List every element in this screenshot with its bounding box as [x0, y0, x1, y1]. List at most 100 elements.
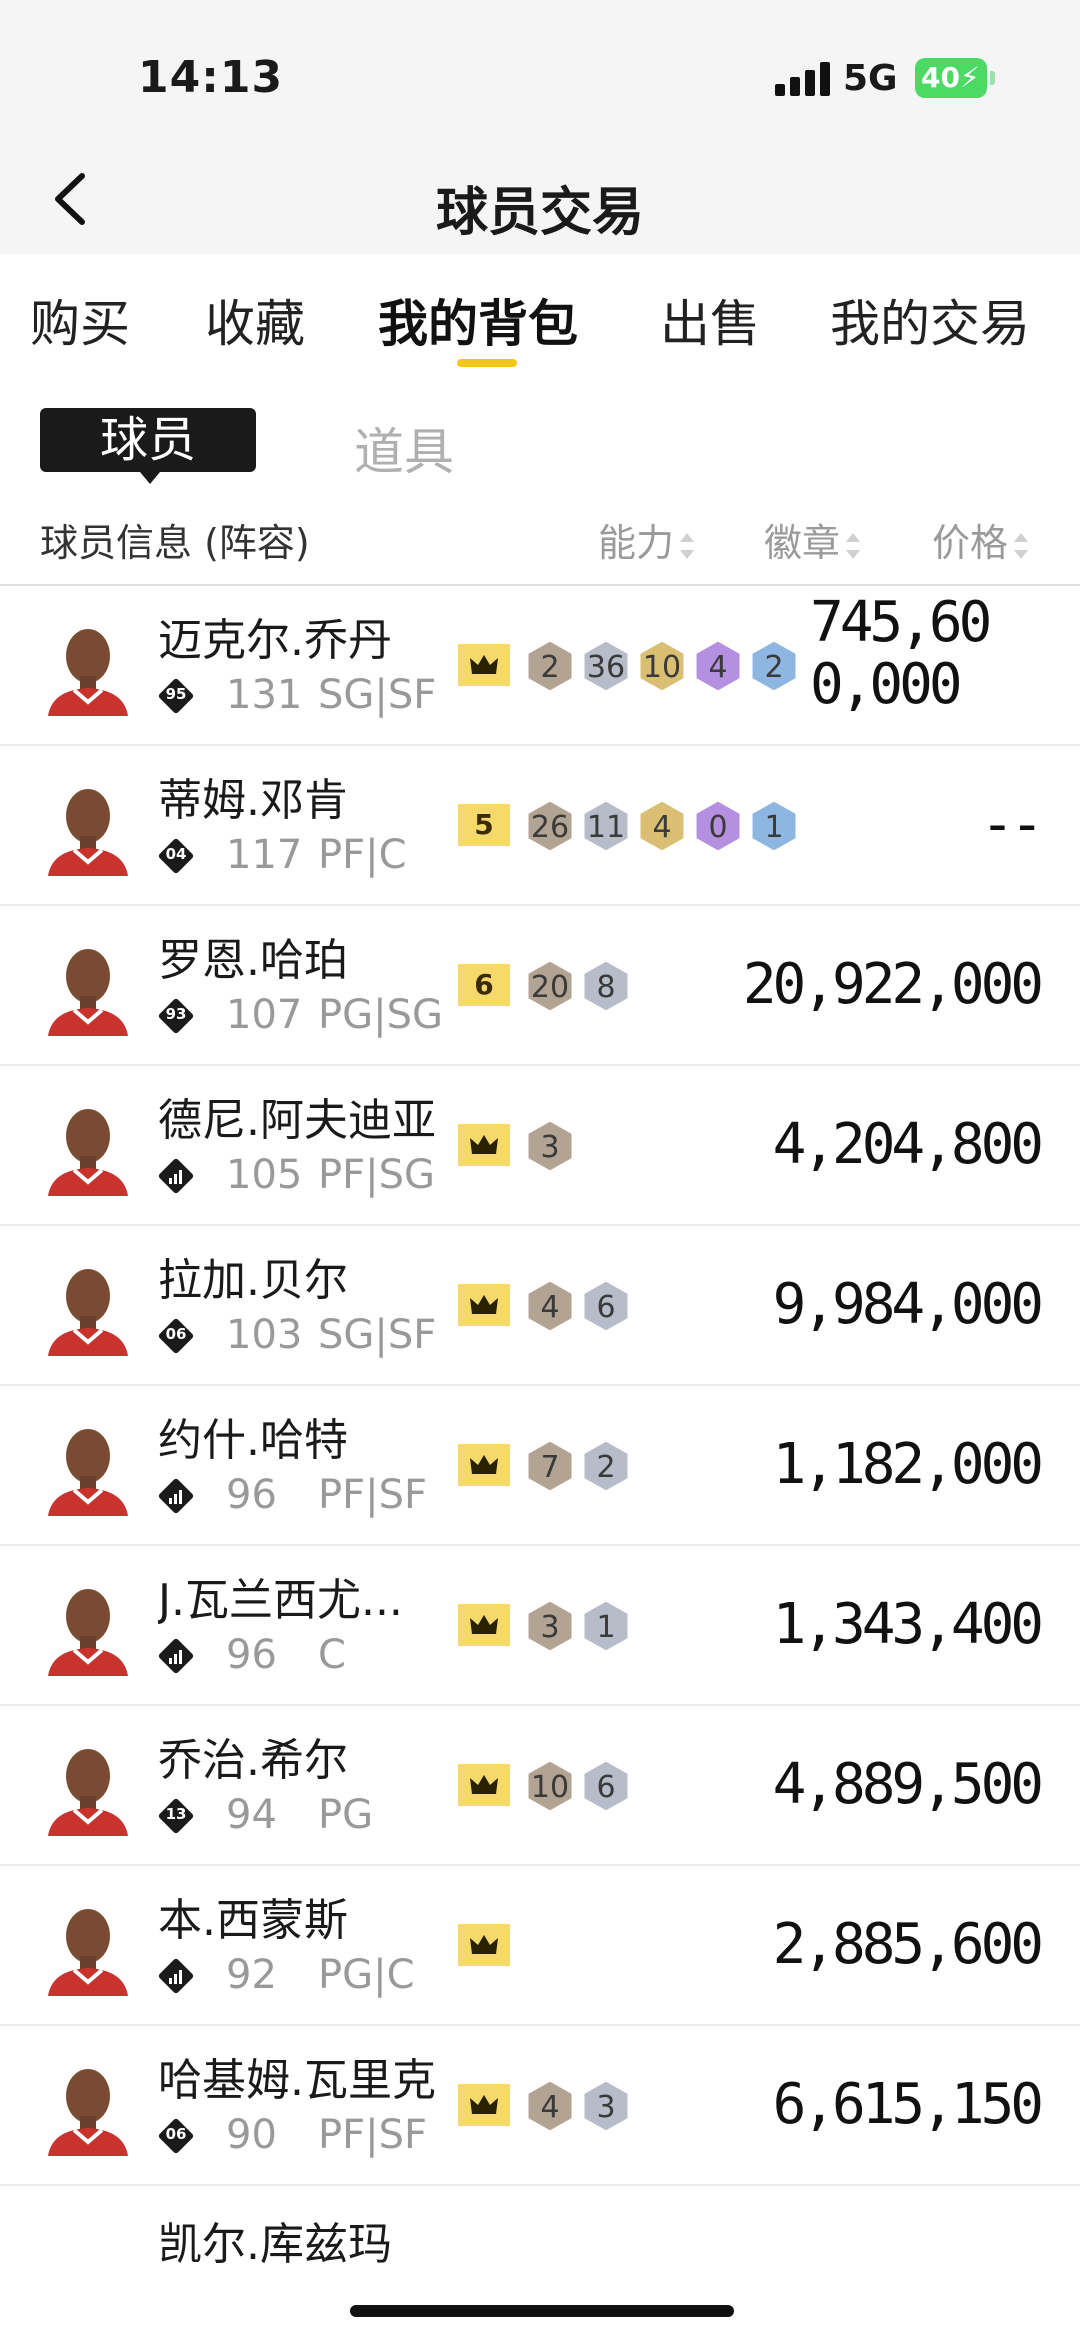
player-row[interactable]: 迈克尔.乔丹 95 131 SG|SF 2 36 10 4 2 745,600,000	[0, 586, 1080, 746]
season-badge-label: 93	[165, 1005, 187, 1023]
badge-count: 11	[586, 810, 626, 845]
sort-badges-button[interactable]: 徽章	[764, 512, 861, 567]
player-avatar	[40, 776, 136, 876]
player-price: 9,984,000	[772, 1272, 1044, 1337]
player-position: PF|SG	[318, 1152, 435, 1198]
badge-count-icon: 4	[524, 1278, 576, 1334]
badge-count-icon: 8	[580, 958, 632, 1014]
badge-count: 1	[596, 1610, 616, 1645]
badge-count: 36	[586, 650, 626, 685]
crown-icon	[458, 1924, 510, 1966]
active-tab-indicator	[457, 359, 517, 367]
player-avatar	[40, 1736, 136, 1836]
badge-count: 2	[540, 650, 560, 685]
badge-count: 6	[596, 1290, 616, 1325]
player-row[interactable]: 德尼.阿夫迪亚 105 PF|SG 3 4,204,800	[0, 1066, 1080, 1226]
badge-count: 2	[596, 1450, 616, 1485]
player-name: 蒂姆.邓肯	[158, 775, 348, 826]
subtab-players[interactable]: 球员	[40, 408, 256, 484]
nav-bar: 球员交易	[0, 150, 1080, 254]
player-row[interactable]: 哈基姆.瓦里克 06 90 PF|SF 4 3 6,615,150	[0, 2026, 1080, 2186]
sort-ability-button[interactable]: 能力	[598, 512, 695, 567]
status-bar: 14:13 5G 40⚡	[0, 0, 1080, 150]
player-row[interactable]: 乔治.希尔 13 94 PG 10 6 4,889,500	[0, 1706, 1080, 1866]
crown-icon	[458, 1124, 510, 1166]
player-price: 6,615,150	[772, 2072, 1044, 2137]
tab-my-trades[interactable]: 我的交易	[830, 284, 1030, 356]
player-overall: 131	[226, 672, 303, 718]
badge-count: 4	[708, 650, 728, 685]
player-row[interactable]: 拉加.贝尔 06 103 SG|SF 4 6 9,984,000	[0, 1226, 1080, 1386]
player-position: C	[318, 1632, 346, 1678]
player-position: PF|SF	[318, 1472, 428, 1518]
badge-count-icon: 2	[748, 638, 800, 694]
badge-count: 10	[530, 1770, 570, 1805]
badge-count: 4	[652, 810, 672, 845]
player-position: SG|SF	[318, 672, 437, 718]
tab-sell[interactable]: 出售	[660, 284, 760, 356]
badge-count-icon: 6	[580, 1758, 632, 1814]
tab-my-bag[interactable]: 我的背包	[378, 284, 578, 356]
player-overall: 105	[226, 1152, 303, 1198]
badge-count: 10	[642, 650, 682, 685]
badge-count-icon: 10	[524, 1758, 576, 1814]
tab-favorites[interactable]: 收藏	[205, 284, 305, 356]
subtab-items[interactable]: 道具	[354, 412, 454, 484]
badge-count-icon: 11	[580, 798, 632, 854]
player-overall: 96	[226, 1472, 277, 1518]
crown-icon	[458, 1604, 510, 1646]
player-row[interactable]: 蒂姆.邓肯 04 117 PF|C 5 26 11 4 0 1 --	[0, 746, 1080, 906]
header-player-info: 球员信息 (阵容)	[40, 521, 310, 565]
player-position: PG|C	[318, 1952, 415, 1998]
header-badges-label: 徽章	[764, 521, 841, 565]
player-price: 1,182,000	[772, 1432, 1044, 1497]
badge-count-icon: 3	[524, 1598, 576, 1654]
player-row[interactable]: 约什.哈特 96 PF|SF 7 2 1,182,000	[0, 1386, 1080, 1546]
player-row-partial[interactable]: 凯尔.库兹玛	[0, 2186, 1080, 2266]
player-row[interactable]: 本.西蒙斯 92 PG|C 2,885,600	[0, 1866, 1080, 2026]
signal-icon	[775, 62, 831, 96]
badge-count-icon: 2	[580, 1438, 632, 1494]
sort-icon	[1014, 532, 1029, 559]
badge-count: 4	[540, 2090, 560, 2125]
player-overall: 90	[226, 2112, 277, 2158]
player-price: 4,204,800	[772, 1112, 1044, 1177]
player-overall: 103	[226, 1312, 303, 1358]
badge-count: 4	[540, 1290, 560, 1325]
player-row[interactable]: 罗恩.哈珀 93 107 PG|SG 6 20 8 20,922,000	[0, 906, 1080, 1066]
badge-count: 3	[540, 1610, 560, 1645]
badge-count-icon: 7	[524, 1438, 576, 1494]
crown-icon	[458, 2084, 510, 2126]
badge-count-icon: 20	[524, 958, 576, 1014]
crown-icon	[458, 1444, 510, 1486]
badge-count: 1	[764, 810, 784, 845]
player-overall: 96	[226, 1632, 277, 1678]
player-name: 本.西蒙斯	[158, 1895, 348, 1946]
player-overall: 107	[226, 992, 303, 1038]
season-badge-icon: 13	[157, 1797, 195, 1835]
badge-count-icon: 6	[580, 1278, 632, 1334]
sort-price-button[interactable]: 价格	[932, 512, 1029, 567]
season-badge-label: 06	[165, 1325, 187, 1343]
player-row[interactable]: J.瓦兰西尤... 96 C 3 1 1,343,400	[0, 1546, 1080, 1706]
badge-count-icon: 26	[524, 798, 576, 854]
player-avatar	[40, 936, 136, 1036]
season-badge-label: 06	[165, 2125, 187, 2143]
battery-level: 40	[921, 61, 960, 94]
player-overall: 117	[226, 832, 303, 878]
stats-icon	[157, 1157, 195, 1195]
player-position: PF|C	[318, 832, 407, 878]
player-avatar	[40, 1576, 136, 1676]
badge-count-icon: 4	[692, 638, 744, 694]
badge-count: 26	[530, 810, 570, 845]
player-price: 4,889,500	[772, 1752, 1044, 1817]
badge-count: 8	[596, 970, 616, 1005]
player-position: SG|SF	[318, 1312, 437, 1358]
stats-icon	[157, 1477, 195, 1515]
player-position: PG	[318, 1792, 374, 1838]
player-name: 哈基姆.瓦里克	[158, 2055, 436, 2106]
badge-count: 3	[596, 2090, 616, 2125]
header-price-label: 价格	[932, 521, 1009, 565]
header-ability-label: 能力	[598, 521, 675, 565]
tab-buy[interactable]: 购买	[30, 284, 130, 356]
